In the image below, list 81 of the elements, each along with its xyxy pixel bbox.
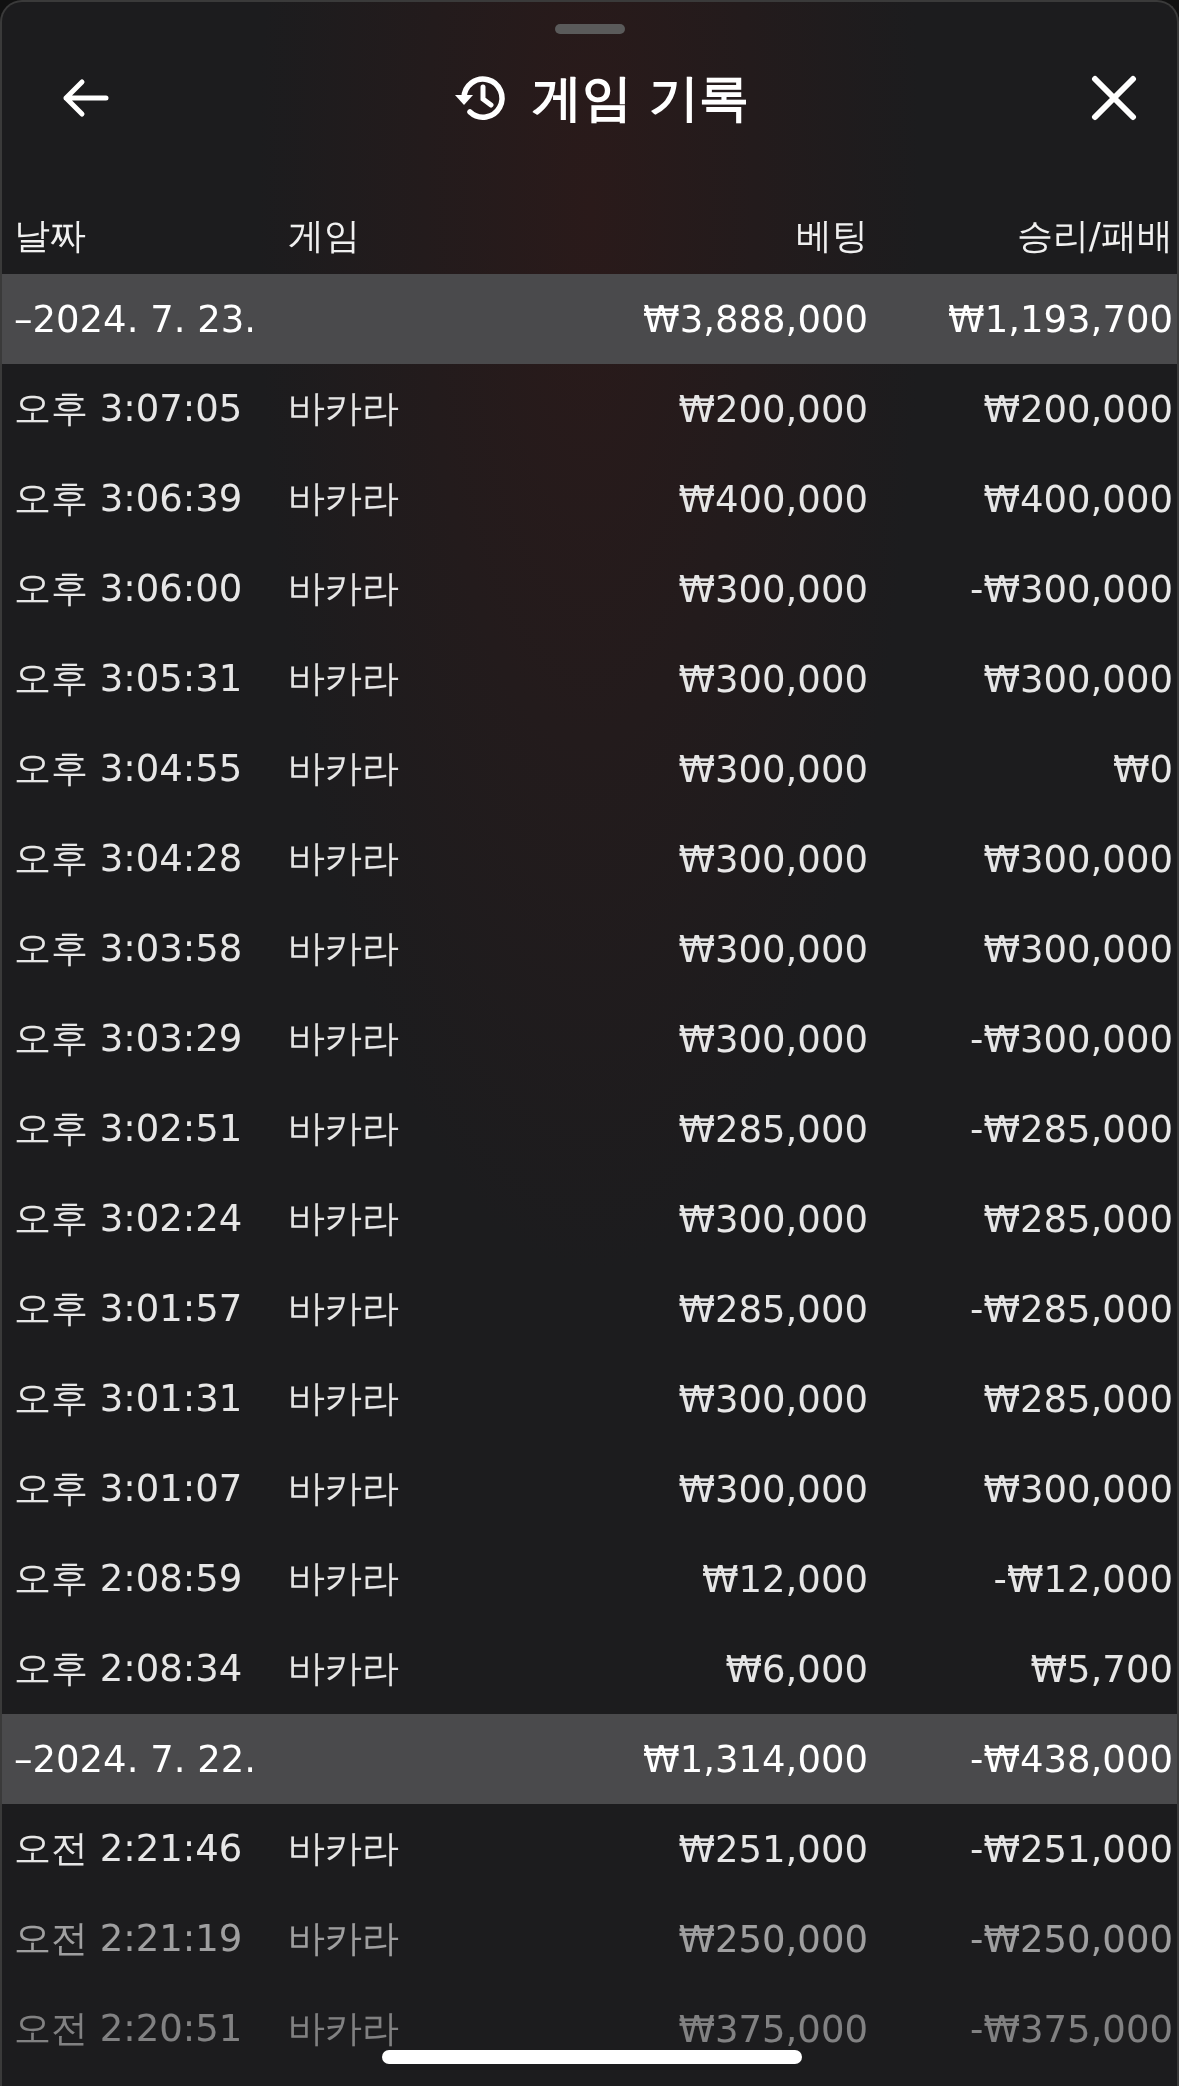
result-cell-text: ₩400,000 xyxy=(982,477,1173,521)
bet-cell-text: ₩285,000 xyxy=(677,1287,868,1331)
date-group-row[interactable]: –2024. 7. 23. ₩3,888,000 ₩1,193,700 xyxy=(2,274,1177,364)
bet-cell-text: ₩300,000 xyxy=(677,837,868,881)
game-cell-text: 바카라 xyxy=(288,926,400,972)
time-cell-text: 오후 3:02:51 xyxy=(14,1106,244,1152)
game-cell-text: 바카라 xyxy=(288,1106,400,1152)
time-cell-text: 오후 3:06:39 xyxy=(14,476,244,522)
time-cell-text: 오후 3:01:57 xyxy=(14,1286,244,1332)
result-cell-text: ₩300,000 xyxy=(982,657,1173,701)
bet-cell-text: ₩300,000 xyxy=(677,927,868,971)
bet-cell-text: ₩375,000 xyxy=(677,2007,868,2051)
time-cell-text: 오후 3:07:05 xyxy=(14,386,244,432)
game-cell-text: 바카라 xyxy=(288,1376,400,1422)
game-cell-text: 바카라 xyxy=(288,1646,400,1692)
time-cell-text: 오후 3:02:24 xyxy=(14,1196,244,1242)
time-cell-text: 오후 2:08:59 xyxy=(14,1556,244,1602)
bet-cell-text: ₩251,000 xyxy=(677,1827,868,1871)
game-cell-text: 바카라 xyxy=(288,1826,400,1872)
result-cell-text: ₩200,000 xyxy=(982,387,1173,431)
bet-cell-text: ₩300,000 xyxy=(677,567,868,611)
game-cell-text: 바카라 xyxy=(288,746,400,792)
time-cell-text: 오후 3:04:55 xyxy=(14,746,244,792)
time-cell-text: 오후 3:04:28 xyxy=(14,836,244,882)
column-header: 게임 xyxy=(288,213,361,258)
bet-cell-text: ₩400,000 xyxy=(677,477,868,521)
time-cell-text: 오후 3:06:00 xyxy=(14,566,244,612)
result-cell-text: -₩300,000 xyxy=(969,1017,1173,1061)
time-cell-text: 오후 3:01:07 xyxy=(14,1466,244,1512)
result-cell-text: ₩285,000 xyxy=(982,1197,1173,1241)
bet-cell-text: ₩300,000 xyxy=(677,1017,868,1061)
time-cell-text: 오후 3:01:31 xyxy=(14,1376,244,1422)
bet-cell-text: ₩285,000 xyxy=(677,1107,868,1151)
time-cell-text: 오후 3:05:31 xyxy=(14,656,244,702)
bet-cell-text: ₩300,000 xyxy=(677,1377,868,1421)
result-cell-text: ₩5,700 xyxy=(1029,1647,1173,1691)
game-cell-text: 바카라 xyxy=(288,386,400,432)
time-cell-text: 오후 3:03:29 xyxy=(14,1016,244,1062)
game-cell-text: 바카라 xyxy=(288,1466,400,1512)
bet-cell-text: ₩300,000 xyxy=(677,1197,868,1241)
result-cell-text: ₩300,000 xyxy=(982,837,1173,881)
game-cell-text: 바카라 xyxy=(288,566,400,612)
result-cell-text: -₩285,000 xyxy=(969,1287,1173,1331)
bet-cell-text: ₩6,000 xyxy=(724,1647,868,1691)
game-cell-text: 바카라 xyxy=(288,476,400,522)
time-cell-text: 오후 2:08:34 xyxy=(14,1646,244,1692)
result-cell-text: ₩0 xyxy=(1111,747,1173,791)
game-cell-text: 바카라 xyxy=(288,1196,400,1242)
result-cell-text: -₩12,000 xyxy=(992,1557,1173,1601)
game-cell-text: 바카라 xyxy=(288,2006,400,2052)
bet-cell-text: ₩200,000 xyxy=(677,387,868,431)
result-cell-text: -₩375,000 xyxy=(969,2007,1173,2051)
bet-cell-text: ₩300,000 xyxy=(677,1467,868,1511)
game-cell-text: 바카라 xyxy=(288,1556,400,1602)
result-cell-text: -₩251,000 xyxy=(969,1827,1173,1871)
header-title: 게임 기록 xyxy=(531,67,750,129)
bet-cell-text: ₩12,000 xyxy=(700,1557,868,1601)
game-cell-text: 바카라 xyxy=(288,656,400,702)
result-cell-text: -₩250,000 xyxy=(969,1917,1173,1961)
time-cell-text: 오전 2:20:51 xyxy=(14,2006,244,2052)
date-group-row[interactable]: –2024. 7. 22. ₩1,314,000 -₩438,000 xyxy=(2,1714,1177,1804)
game-cell-text: 바카라 xyxy=(288,1286,400,1332)
game-cell-text: 바카라 xyxy=(288,836,400,882)
time-cell-text: 오전 2:21:19 xyxy=(14,1916,244,1962)
result-cell-text: ₩300,000 xyxy=(982,927,1173,971)
result-cell-text: -₩285,000 xyxy=(969,1107,1173,1151)
time-cell-text: 오후 3:03:58 xyxy=(14,926,244,972)
game-cell-text: 바카라 xyxy=(288,1016,400,1062)
bet-cell-text: ₩300,000 xyxy=(677,657,868,701)
column-header: 날짜 xyxy=(14,213,87,258)
close-button[interactable] xyxy=(1091,75,1137,121)
game-cell-text: 바카라 xyxy=(288,1916,400,1962)
column-header: 베팅 xyxy=(795,213,868,258)
bet-cell-text: ₩250,000 xyxy=(677,1917,868,1961)
column-header: 승리/패배 xyxy=(1015,213,1173,258)
bet-cell-text: ₩300,000 xyxy=(677,747,868,791)
result-cell-text: -₩300,000 xyxy=(969,567,1173,611)
result-cell-text: ₩285,000 xyxy=(982,1377,1173,1421)
time-cell-text: 오전 2:21:46 xyxy=(14,1826,244,1872)
drag-handle[interactable] xyxy=(554,24,625,34)
result-cell-text: ₩300,000 xyxy=(982,1467,1173,1511)
